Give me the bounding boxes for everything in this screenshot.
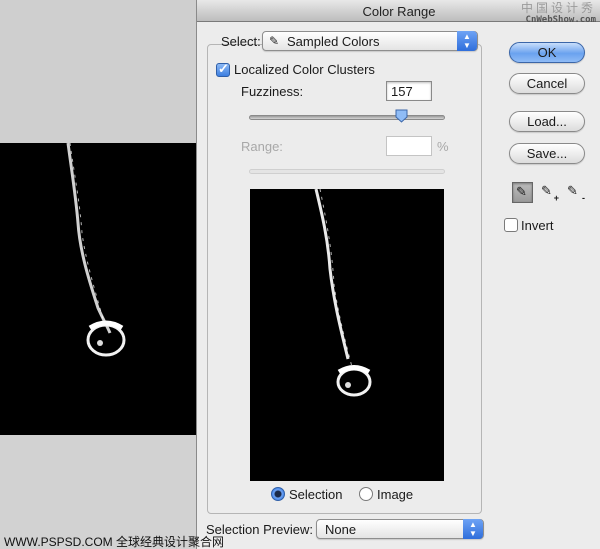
select-popup[interactable]: ✎ Sampled Colors ▲ ▼: [262, 31, 478, 51]
watermark-cn-text: 中国设计秀: [520, 1, 596, 15]
eyedropper-plus-icon: ✎: [541, 183, 552, 198]
selection-radio-label: Selection: [289, 487, 343, 502]
image-radio-label: Image: [377, 487, 414, 502]
range-unit: %: [437, 139, 449, 154]
selection-preview-popup[interactable]: None ▲ ▼: [316, 519, 484, 539]
save-button[interactable]: Save...: [509, 143, 585, 164]
fuzziness-slider-track[interactable]: [249, 115, 445, 120]
popup-arrows-icon: ▲ ▼: [457, 31, 477, 51]
range-field[interactable]: [386, 136, 432, 156]
selection-radio[interactable]: [271, 487, 285, 501]
selection-preview-value: None: [325, 522, 357, 537]
localized-clusters-checkbox[interactable]: ✓: [216, 61, 230, 77]
workspace-background: [0, 0, 196, 143]
range-slider-track[interactable]: [249, 169, 445, 174]
eyedropper-icon: ✎: [516, 184, 527, 199]
popup-arrows-icon: ▲ ▼: [463, 519, 483, 539]
range-label: Range:: [241, 139, 283, 154]
fuzziness-slider-thumb[interactable]: [395, 109, 408, 123]
preview-mask-image: [314, 188, 372, 397]
cancel-button[interactable]: Cancel: [509, 73, 585, 94]
add-to-sample-tool[interactable]: ✎ +: [538, 182, 559, 203]
water-drop-image: [66, 142, 126, 357]
plus-sign: +: [553, 193, 559, 203]
image-radio[interactable]: [359, 487, 373, 501]
color-range-dialog: Color Range Select: ✎ Sampled Colors ▲ ▼ …: [196, 0, 600, 549]
select-label: Select:: [221, 34, 261, 49]
eyedropper-tool[interactable]: ✎: [512, 182, 533, 203]
watermark-pspsd: WWW.PSPSD.COM 全球经典设计聚合网: [4, 535, 224, 549]
watermark-cnwebshow: 中国设计秀 CnWebShow.com: [510, 2, 596, 26]
subtract-from-sample-tool[interactable]: ✎ -: [564, 182, 585, 203]
checkmark-icon: ✓: [218, 61, 229, 76]
invert-label: Invert: [521, 218, 554, 233]
select-value: Sampled Colors: [287, 34, 380, 49]
watermark-en-text: CnWebShow.com: [525, 15, 596, 25]
fuzziness-field[interactable]: 157: [386, 81, 432, 101]
eyedropper-minus-icon: ✎: [567, 183, 578, 198]
fuzziness-label: Fuzziness:: [241, 84, 304, 99]
document-canvas: [0, 142, 196, 435]
minus-sign: -: [582, 193, 585, 203]
invert-checkbox[interactable]: [504, 218, 518, 232]
ok-button[interactable]: OK: [509, 42, 585, 63]
localized-clusters-label: Localized Color Clusters: [234, 62, 375, 77]
selection-preview-thumbnail[interactable]: [250, 188, 444, 481]
load-button[interactable]: Load...: [509, 111, 585, 132]
workspace-background-bottom: [0, 435, 196, 549]
eyedropper-icon: ✎: [269, 34, 280, 48]
